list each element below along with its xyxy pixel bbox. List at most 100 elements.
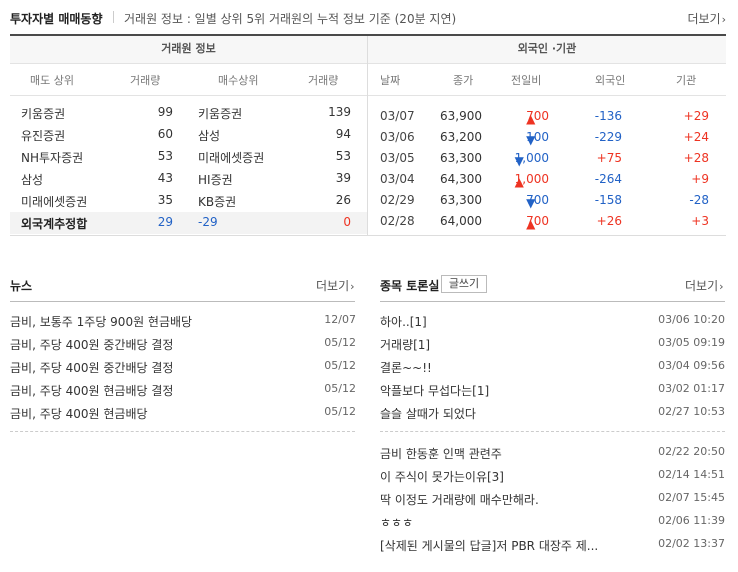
write-post-button[interactable]: 글쓰기 <box>441 275 487 293</box>
board-post[interactable]: [삭제된 게시물의 답글]저 PBR 대장주 제... 02/02 13:37 <box>380 537 725 557</box>
col-institution: 기관 <box>676 74 697 87</box>
board-post-title[interactable]: 슬슬 살때가 되었다 <box>380 405 476 422</box>
board-post-date: 03/02 01:17 <box>658 382 725 395</box>
board-post[interactable]: 금비 한동훈 인맥 관련주 02/22 20:50 <box>380 445 725 465</box>
investor-trend-more-link[interactable]: 더보기› <box>687 10 726 27</box>
board-post[interactable]: 슬슬 살때가 되었다 02/27 10:53 <box>380 405 725 425</box>
sell-volume: 35 <box>157 193 173 207</box>
board-mid-divider <box>380 431 725 432</box>
header-divider <box>113 11 114 23</box>
board-post-title[interactable]: [삭제된 게시물의 답글]저 PBR 대장주 제... <box>380 537 598 554</box>
news-item-date: 05/12 <box>324 382 356 395</box>
close-price: 63,200 <box>440 130 482 144</box>
foreign-estimate-total-row: 외국계추정합 29 -29 0 <box>10 212 367 234</box>
sell-volume: 99 <box>157 105 173 119</box>
col-sell-top: 매도 상위 <box>30 74 74 87</box>
board-post-date: 02/22 20:50 <box>658 445 725 458</box>
col-close: 종가 <box>453 74 474 87</box>
board-post-title[interactable]: 딱 이정도 거래량에 매수만해라. <box>380 491 539 508</box>
trade-info-box: 거래원 정보 매도 상위 거래량 매수상위 거래량 키움증권 99 키움증권 139 유… <box>10 34 726 236</box>
price-change: ▼ 100 <box>526 130 549 147</box>
news-item-title[interactable]: 금비, 주당 400원 현금배당 <box>10 405 148 422</box>
news-item-date: 05/12 <box>324 405 356 418</box>
chevron-right-icon: › <box>719 280 724 293</box>
news-item[interactable]: 금비, 주당 400원 중간배당 결정 05/12 <box>10 359 356 379</box>
board-post-date: 02/27 10:53 <box>658 405 725 418</box>
chevron-right-icon: › <box>350 280 355 293</box>
institution-net: +29 <box>683 109 709 123</box>
foreign-inst-row: 03/07 63,900 ▲ 700 -136 +29 <box>368 106 726 127</box>
news-more-link[interactable]: 더보기› <box>316 277 355 294</box>
foreign-net: -264 <box>594 172 622 186</box>
news-item-title[interactable]: 금비, 주당 400원 현금배당 결정 <box>10 382 173 399</box>
total-sell-volume: 29 <box>157 215 173 229</box>
news-item[interactable]: 금비, 주당 400원 중간배당 결정 05/12 <box>10 336 356 356</box>
news-bottom-divider <box>10 431 355 432</box>
buy-broker-name: 삼성 <box>198 129 221 143</box>
board-post-date: 02/06 11:39 <box>658 514 725 527</box>
news-item-title[interactable]: 금비, 주당 400원 중간배당 결정 <box>10 359 173 376</box>
institution-net: +3 <box>691 214 709 228</box>
board-post[interactable]: 이 주식이 못가는이유[3] 02/14 14:51 <box>380 468 725 488</box>
news-item[interactable]: 금비, 주당 400원 현금배당 결정 05/12 <box>10 382 356 402</box>
trade-date: 02/28 <box>380 214 415 228</box>
board-title: 종목 토론실 <box>380 279 440 293</box>
board-post[interactable]: 딱 이정도 거래량에 매수만해라. 02/07 15:45 <box>380 491 725 511</box>
board-post-title[interactable]: ㅎㅎㅎ <box>380 514 413 531</box>
news-item-title[interactable]: 금비, 주당 400원 중간배당 결정 <box>10 336 173 353</box>
board-post-title[interactable]: 이 주식이 못가는이유[3] <box>380 468 504 485</box>
board-post-date: 02/14 14:51 <box>658 468 725 481</box>
trade-date: 03/05 <box>380 151 415 165</box>
col-foreign: 외국인 <box>595 74 626 87</box>
news-item[interactable]: 금비, 주당 400원 현금배당 05/12 <box>10 405 356 425</box>
institution-net: +9 <box>691 172 709 186</box>
close-price: 63,900 <box>440 109 482 123</box>
buy-volume: 94 <box>335 127 351 141</box>
board-post[interactable]: 거래량[1] 03/05 09:19 <box>380 336 725 356</box>
sell-volume: 43 <box>157 171 173 185</box>
broker-column-headers: 매도 상위 거래량 매수상위 거래량 <box>10 64 367 96</box>
board-post-title[interactable]: 거래량[1] <box>380 336 430 353</box>
board-post[interactable]: ㅎㅎㅎ 02/06 11:39 <box>380 514 725 534</box>
sell-broker-name: 미래에셋증권 <box>21 195 88 209</box>
foreign-inst-row: 02/29 63,300 ▼ 700 -158 -28 <box>368 190 726 211</box>
board-post-title[interactable]: 금비 한동훈 인맥 관련주 <box>380 445 502 462</box>
news-item[interactable]: 금비, 보통주 1주당 900원 현금배당 12/07 <box>10 313 356 333</box>
buy-volume: 139 <box>328 105 351 119</box>
news-title: 뉴스 <box>10 279 33 293</box>
news-list: 금비, 보통주 1주당 900원 현금배당 12/07 금비, 주당 400원 중간… <box>10 313 356 423</box>
sell-broker-name: 키움증권 <box>21 107 66 121</box>
board-post-date: 03/04 09:56 <box>658 359 725 372</box>
sell-broker-name: NH투자증권 <box>21 151 84 165</box>
news-item-title[interactable]: 금비, 보통주 1주당 900원 현금배당 <box>10 313 192 330</box>
board-more-link[interactable]: 더보기› <box>685 277 724 294</box>
trade-date: 02/29 <box>380 193 415 207</box>
close-price: 64,300 <box>440 172 482 186</box>
broker-row: 삼성 43 HI증권 39 <box>10 168 367 189</box>
board-post[interactable]: 악플보다 무섭다는[1] 03/02 01:17 <box>380 382 725 402</box>
institution-net: -28 <box>689 193 709 207</box>
total-label: 외국계추정합 <box>21 217 88 231</box>
investor-trend-header: 투자자별 매매동향 거래원 정보 : 일별 상위 5위 거래원의 누적 정보 기… <box>10 8 726 28</box>
foreign-inst-row: 02/28 64,000 ▲ 700 +26 +3 <box>368 211 726 232</box>
board-post-date: 02/07 15:45 <box>658 491 725 504</box>
board-post[interactable]: 결론~~!! 03/04 09:56 <box>380 359 725 379</box>
broker-row: NH투자증권 53 미래에셋증권 53 <box>10 146 367 167</box>
close-price: 63,300 <box>440 193 482 207</box>
triangle-up-icon: ▲ <box>526 112 536 126</box>
buy-volume: 39 <box>335 171 351 185</box>
buy-broker-name: HI증권 <box>198 173 233 187</box>
triangle-down-icon: ▼ <box>514 154 524 168</box>
board-post-title[interactable]: 결론~~!! <box>380 359 432 376</box>
foreign-inst-row: 03/05 63,300 ▼ 1,000 +75 +28 <box>368 148 726 169</box>
board-post-title[interactable]: 하아..[1] <box>380 313 427 330</box>
col-sell-volume: 거래량 <box>130 74 161 87</box>
foreign-net: -158 <box>594 193 622 207</box>
total-buy-volume: 0 <box>343 215 351 229</box>
buy-broker-name: 키움증권 <box>198 107 243 121</box>
sell-volume: 60 <box>157 127 173 141</box>
institution-net: +24 <box>683 130 709 144</box>
board-post[interactable]: 하아..[1] 03/06 10:20 <box>380 313 725 333</box>
price-change: ▼ 1,000 <box>514 151 549 168</box>
board-post-title[interactable]: 악플보다 무섭다는[1] <box>380 382 489 399</box>
